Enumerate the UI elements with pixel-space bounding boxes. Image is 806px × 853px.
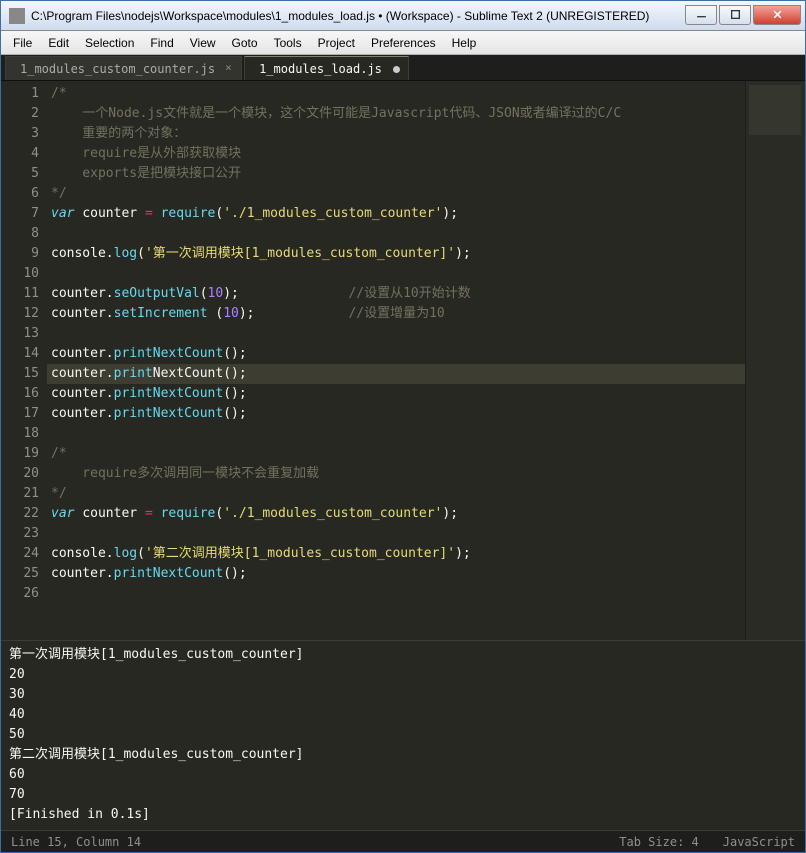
line-number: 5 (1, 164, 39, 184)
line-numbers: 1234567891011121314151617181920212223242… (1, 81, 47, 640)
window-controls (683, 5, 801, 27)
line-number: 11 (1, 284, 39, 304)
tabbar: 1_modules_custom_counter.js × 1_modules_lo… (1, 55, 805, 81)
line-number: 14 (1, 344, 39, 364)
line-number: 12 (1, 304, 39, 324)
line-number: 1 (1, 84, 39, 104)
menubar: FileEditSelectionFindViewGotoToolsProjec… (1, 31, 805, 55)
code-line: counter.printNextCount(); (51, 564, 745, 584)
code-line (51, 524, 745, 544)
line-number: 24 (1, 544, 39, 564)
line-number: 2 (1, 104, 39, 124)
code-line: require多次调用同一模块不会重复加载 (51, 464, 745, 484)
line-number: 26 (1, 584, 39, 604)
menu-preferences[interactable]: Preferences (363, 33, 444, 53)
line-number: 13 (1, 324, 39, 344)
code-line: exports是把模块接口公开 (51, 164, 745, 184)
code-line: counter.printNextCount(); (47, 364, 745, 384)
editor[interactable]: 1234567891011121314151617181920212223242… (1, 81, 805, 640)
app-icon (9, 8, 25, 24)
menu-selection[interactable]: Selection (77, 33, 142, 53)
code-line: 重要的两个对象： (51, 124, 745, 144)
app-window: C:\Program Files\nodejs\Workspace\module… (0, 0, 806, 853)
line-number: 3 (1, 124, 39, 144)
maximize-button[interactable] (719, 5, 751, 25)
code-line: 一个Node.js文件就是一个模块，这个文件可能是Javascript代码、JS… (51, 104, 745, 124)
menu-edit[interactable]: Edit (40, 33, 77, 53)
code-line: var counter = require('./1_modules_custo… (51, 504, 745, 524)
line-number: 4 (1, 144, 39, 164)
statusbar: Line 15, Column 14 Tab Size: 4 JavaScrip… (1, 830, 805, 852)
titlebar[interactable]: C:\Program Files\nodejs\Workspace\module… (1, 1, 805, 31)
line-number: 7 (1, 204, 39, 224)
line-number: 8 (1, 224, 39, 244)
menu-file[interactable]: File (5, 33, 40, 53)
line-number: 23 (1, 524, 39, 544)
menu-find[interactable]: Find (142, 33, 181, 53)
code-line (51, 224, 745, 244)
code-line: */ (51, 184, 745, 204)
line-number: 22 (1, 504, 39, 524)
line-number: 19 (1, 444, 39, 464)
code-area[interactable]: /* 一个Node.js文件就是一个模块，这个文件可能是Javascript代码… (47, 81, 745, 640)
code-line: require是从外部获取模块 (51, 144, 745, 164)
tab-label: 1_modules_load.js (259, 62, 382, 76)
line-number: 20 (1, 464, 39, 484)
code-line (51, 324, 745, 344)
code-line: /* (51, 84, 745, 104)
line-number: 10 (1, 264, 39, 284)
tab-1[interactable]: 1_modules_load.js (244, 56, 409, 80)
code-line (51, 424, 745, 444)
syntax-language[interactable]: JavaScript (723, 835, 795, 849)
line-number: 17 (1, 404, 39, 424)
build-output-panel[interactable]: 第一次调用模块[1_modules_custom_counter] 20 30 … (1, 640, 805, 830)
code-line: */ (51, 484, 745, 504)
line-number: 25 (1, 564, 39, 584)
close-button[interactable] (753, 5, 801, 25)
menu-goto[interactable]: Goto (224, 33, 266, 53)
line-number: 15 (1, 364, 39, 384)
dirty-indicator-icon[interactable] (393, 66, 400, 73)
code-line: counter.seOutputVal(10); //设置从10开始计数 (51, 284, 745, 304)
code-line: counter.printNextCount(); (51, 404, 745, 424)
tab-0[interactable]: 1_modules_custom_counter.js × (5, 56, 242, 80)
line-number: 6 (1, 184, 39, 204)
tab-size[interactable]: Tab Size: 4 (619, 835, 698, 849)
minimap[interactable] (745, 81, 805, 640)
code-line: var counter = require('./1_modules_custo… (51, 204, 745, 224)
code-line: /* (51, 444, 745, 464)
minimap-viewport[interactable] (749, 85, 801, 135)
code-line: counter.printNextCount(); (51, 384, 745, 404)
menu-tools[interactable]: Tools (266, 33, 310, 53)
code-line (51, 264, 745, 284)
tab-close-icon[interactable]: × (225, 63, 235, 73)
cursor-position[interactable]: Line 15, Column 14 (11, 835, 141, 849)
tab-label: 1_modules_custom_counter.js (20, 62, 215, 76)
code-line: console.log('第二次调用模块[1_modules_custom_co… (51, 544, 745, 564)
code-line: counter.setIncrement (10); //设置增量为10 (51, 304, 745, 324)
line-number: 9 (1, 244, 39, 264)
line-number: 16 (1, 384, 39, 404)
window-title: C:\Program Files\nodejs\Workspace\module… (31, 9, 683, 23)
line-number: 18 (1, 424, 39, 444)
code-line: counter.printNextCount(); (51, 344, 745, 364)
menu-project[interactable]: Project (310, 33, 363, 53)
menu-help[interactable]: Help (444, 33, 485, 53)
line-number: 21 (1, 484, 39, 504)
minimize-button[interactable] (685, 5, 717, 25)
code-line (51, 584, 745, 604)
code-line: console.log('第一次调用模块[1_modules_custom_co… (51, 244, 745, 264)
menu-view[interactable]: View (182, 33, 224, 53)
